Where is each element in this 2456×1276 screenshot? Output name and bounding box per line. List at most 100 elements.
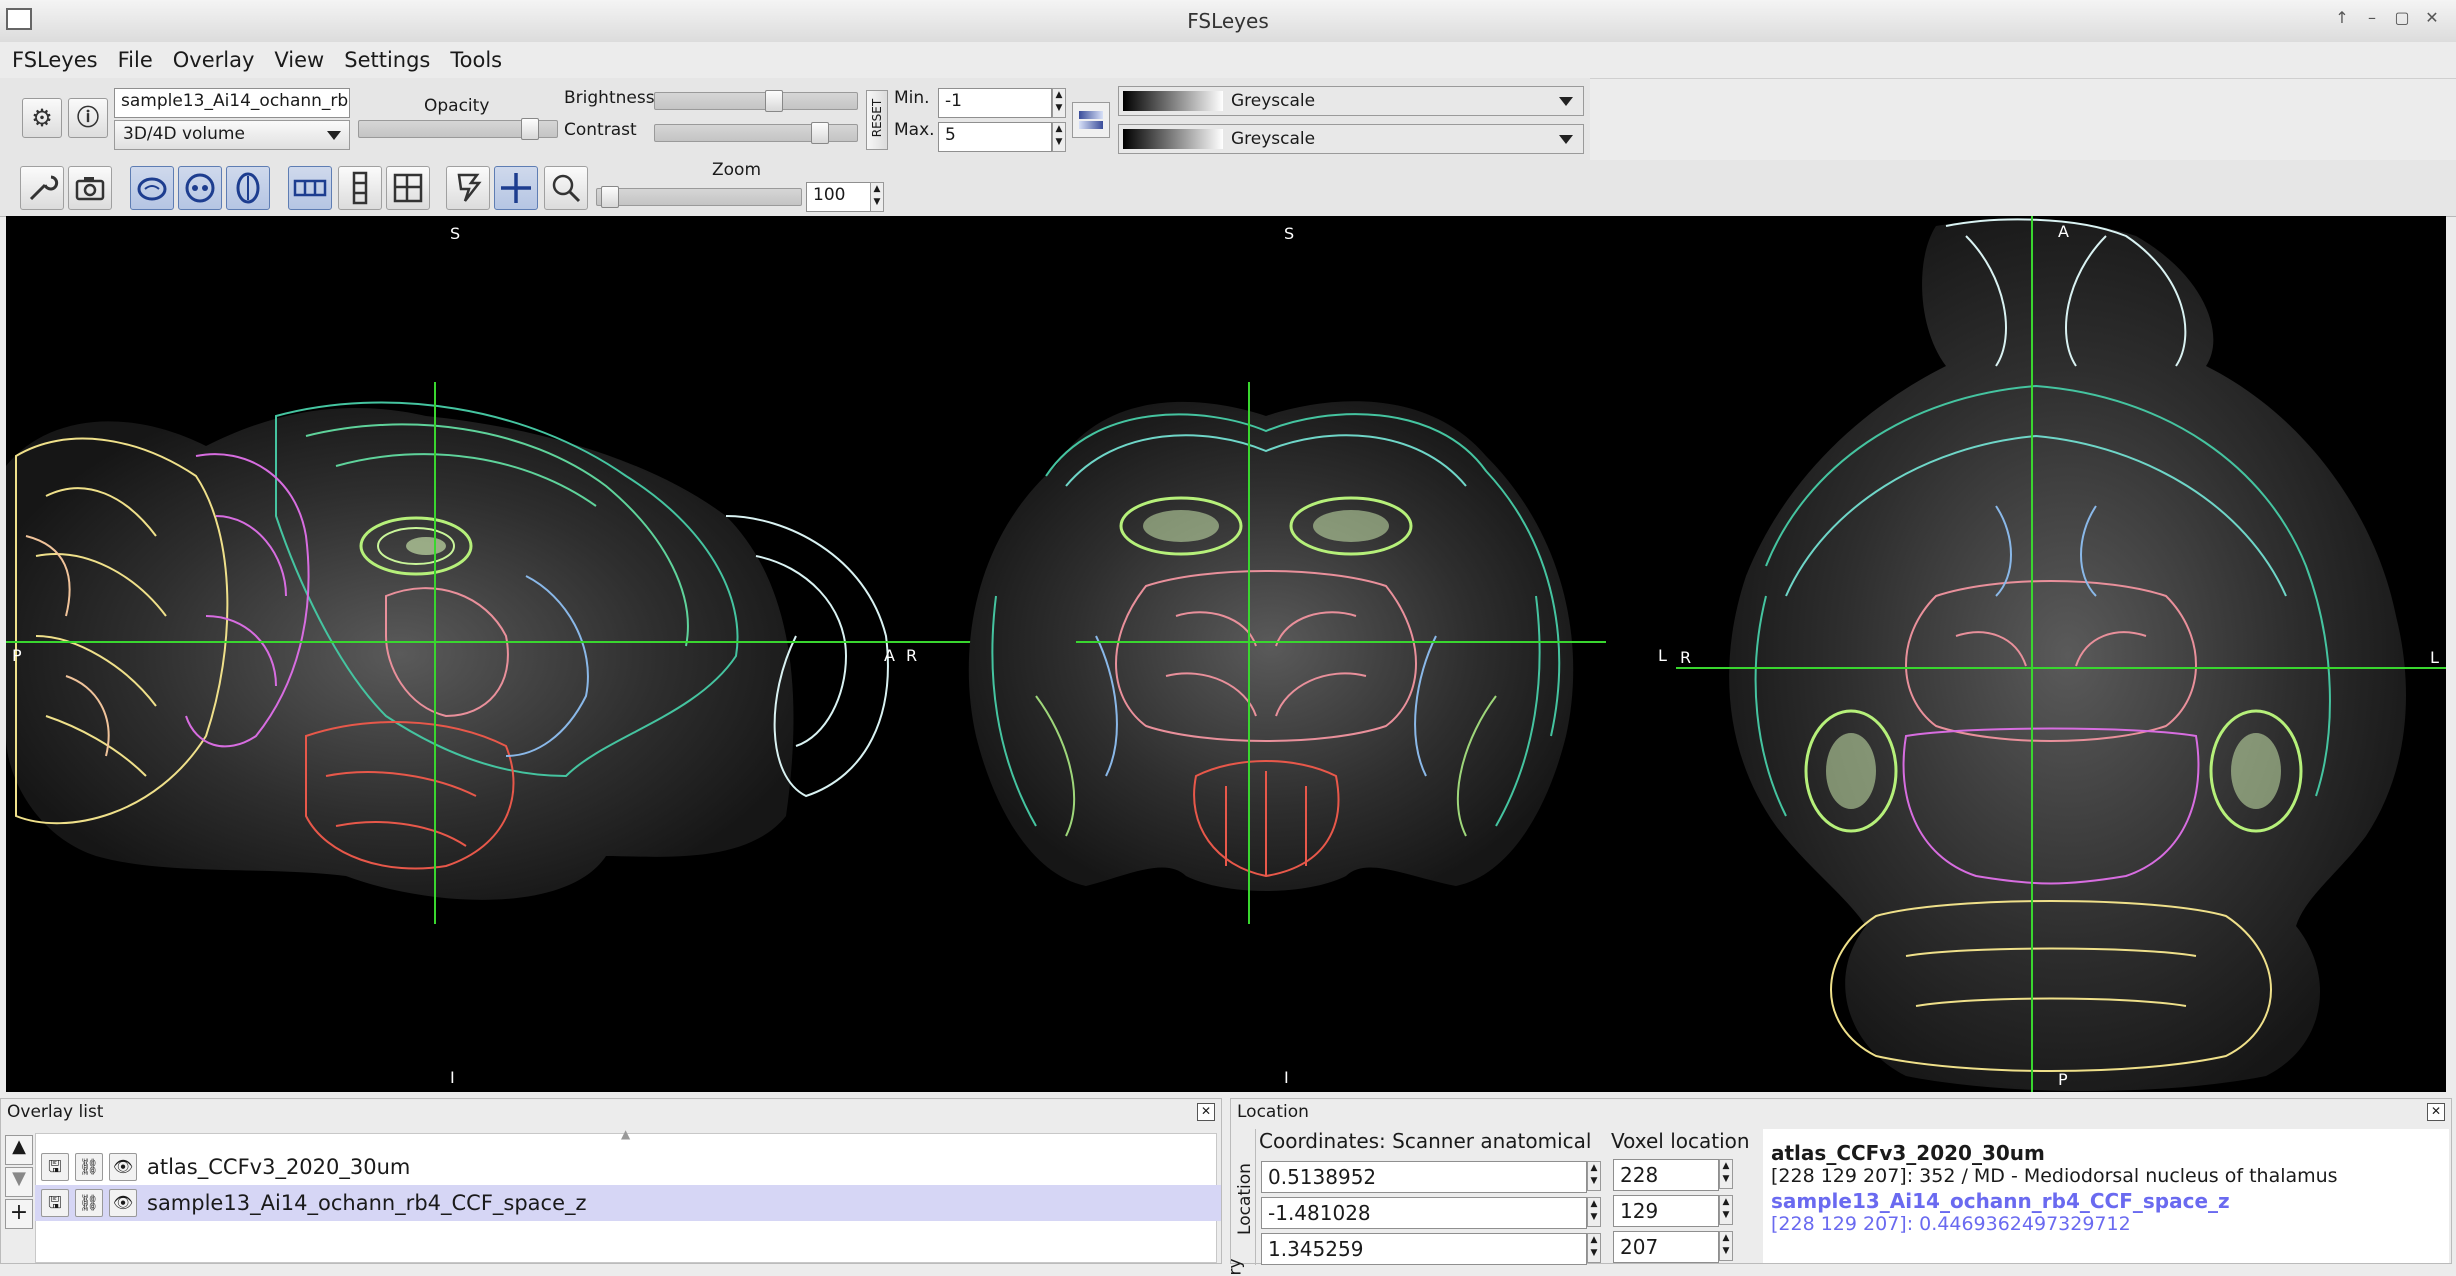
save-icon[interactable]: 🖫: [41, 1153, 69, 1181]
overlay-type-select[interactable]: 3D/4D volume: [114, 120, 350, 150]
title-bar: FSLeyes ↑ – ▢ ✕: [0, 0, 2456, 43]
negative-colormap-select[interactable]: Greyscale: [1118, 124, 1584, 154]
crosshair-icon[interactable]: [494, 166, 538, 210]
reset-button[interactable]: RESET: [866, 90, 888, 150]
close-icon[interactable]: ✕: [1197, 1103, 1215, 1121]
chevron-down-icon: [1559, 97, 1573, 106]
eye-icon[interactable]: 👁: [109, 1153, 137, 1181]
close-icon[interactable]: ✕: [2427, 1103, 2445, 1121]
overlay-row-selected[interactable]: 🖫 ⛓ 👁 sample13_Ai14_ochann_rb4_CCF_space…: [35, 1185, 1221, 1221]
zoom-label: Zoom: [712, 160, 762, 180]
link-icon[interactable]: ⛓: [75, 1153, 103, 1181]
minimize-icon[interactable]: –: [2360, 6, 2384, 30]
move-down-button[interactable]: ▼: [5, 1167, 33, 1197]
menu-settings[interactable]: Settings: [336, 48, 438, 72]
zoom-spinner[interactable]: ▲ ▼: [870, 182, 884, 212]
menu-view[interactable]: View: [266, 48, 332, 72]
opacity-label: Opacity: [424, 96, 490, 116]
overlay-display-toolbar: ⚙ ⓘ sample13_Ai14_ochann_rb4_ 3D/4D volu…: [0, 78, 1590, 161]
brightness-slider-handle[interactable]: [765, 90, 783, 112]
maximize-icon[interactable]: ▢: [2390, 6, 2414, 30]
close-icon[interactable]: ✕: [2420, 6, 2444, 30]
coord-x-spinner[interactable]: ▲ ▼: [1587, 1161, 1601, 1191]
voxel-header: Voxel location: [1611, 1129, 1750, 1153]
menu-file[interactable]: File: [110, 48, 161, 72]
chevron-down-icon: [327, 131, 341, 140]
zoom-slider[interactable]: [596, 186, 802, 208]
chevron-down-icon: [1559, 135, 1573, 144]
scroll-up-indicator[interactable]: ▲: [621, 1127, 630, 1141]
grid-layout-button[interactable]: [386, 166, 430, 210]
coronal-label-bottom: I: [1284, 1068, 1289, 1087]
opacity-slider[interactable]: [358, 118, 558, 140]
coord-x-field[interactable]: 0.5138952: [1261, 1161, 1587, 1193]
coord-z-spinner[interactable]: ▲ ▼: [1587, 1233, 1601, 1263]
voxel-z-field[interactable]: 207: [1613, 1231, 1719, 1263]
coronal-label-right: L: [1658, 646, 1667, 665]
link-icon[interactable]: ⛓: [75, 1189, 103, 1217]
opacity-slider-handle[interactable]: [521, 118, 539, 140]
add-overlay-button[interactable]: +: [5, 1199, 33, 1229]
gear-icon[interactable]: ⚙: [22, 98, 62, 138]
voxel-y-field[interactable]: 129: [1613, 1195, 1719, 1227]
coronal-label-left: R: [906, 646, 918, 665]
save-icon[interactable]: 🖫: [41, 1189, 69, 1217]
overlay-name-field[interactable]: sample13_Ai14_ochann_rb4_: [114, 88, 350, 118]
camera-icon[interactable]: [68, 166, 112, 210]
contrast-slider-handle[interactable]: [811, 122, 829, 144]
menu-tools[interactable]: Tools: [442, 48, 510, 72]
colormap-gradient: [1123, 91, 1223, 111]
max-spinner[interactable]: ▲ ▼: [1052, 122, 1066, 152]
voxel-x-spinner[interactable]: ▲ ▼: [1719, 1159, 1733, 1189]
overlay-name: atlas_CCFv3_2020_30um: [147, 1155, 411, 1179]
location-title: Location: [1237, 1102, 1309, 1122]
zoom-value-field[interactable]: 100: [806, 182, 876, 212]
horizontal-layout-button[interactable]: [288, 166, 332, 210]
coronal-label-top: S: [1284, 224, 1295, 243]
coord-y-field[interactable]: -1.481028: [1261, 1197, 1587, 1229]
axial-label-bottom: P: [2058, 1070, 2068, 1089]
sagittal-view-toggle[interactable]: [130, 166, 174, 210]
info-atlas-value: [228 129 207]: 352 / MD - Mediodorsal nu…: [1771, 1165, 2338, 1187]
wrench-icon[interactable]: [20, 166, 64, 210]
max-label: Max.: [894, 120, 935, 140]
min-value-field[interactable]: -1: [938, 88, 1052, 118]
eye-icon[interactable]: 👁: [109, 1189, 137, 1217]
contrast-slider[interactable]: [654, 122, 858, 144]
overlay-row[interactable]: 🖫 ⛓ 👁 atlas_CCFv3_2020_30um: [35, 1149, 1221, 1185]
axial-label-left: R: [1680, 648, 1692, 667]
colormap-gradient: [1123, 129, 1223, 149]
voxel-x-field[interactable]: 228: [1613, 1159, 1719, 1191]
menu-bar: FSLeyes File Overlay View Settings Tools: [0, 42, 2456, 79]
voxel-y-spinner[interactable]: ▲ ▼: [1719, 1195, 1733, 1225]
ortho-view-canvas[interactable]: S I P A S I R L A P R L: [6, 216, 2446, 1092]
zoom-slider-handle[interactable]: [601, 186, 619, 208]
vertical-layout-button[interactable]: [338, 166, 382, 210]
min-spinner[interactable]: ▲ ▼: [1052, 88, 1066, 118]
contrast-label: Contrast: [564, 120, 637, 140]
colormap-select[interactable]: Greyscale: [1118, 86, 1584, 116]
coronal-view-toggle[interactable]: [178, 166, 222, 210]
axial-view-toggle[interactable]: [226, 166, 270, 210]
menu-fsleyes[interactable]: FSLeyes: [4, 48, 106, 72]
brightness-slider[interactable]: [654, 90, 858, 112]
coord-y-spinner[interactable]: ▲ ▼: [1587, 1197, 1601, 1227]
location-side-tab[interactable]: Location ry: [1226, 1129, 1256, 1276]
voxel-z-spinner[interactable]: ▲ ▼: [1719, 1231, 1733, 1261]
keep-above-icon[interactable]: ↑: [2330, 6, 2354, 30]
movie-mode-icon[interactable]: [446, 166, 490, 210]
coronal-slice[interactable]: [968, 382, 1606, 924]
invert-colormap-button[interactable]: [1072, 102, 1110, 138]
colormap-icon: [1079, 111, 1103, 119]
overlay-name: sample13_Ai14_ochann_rb4_CCF_space_z: [147, 1191, 587, 1215]
info-icon[interactable]: ⓘ: [68, 98, 108, 138]
menu-overlay[interactable]: Overlay: [165, 48, 263, 72]
axial-slice[interactable]: [1676, 216, 2446, 1092]
move-up-button[interactable]: ▲: [5, 1135, 33, 1165]
info-atlas-title: atlas_CCFv3_2020_30um: [1771, 1141, 2045, 1165]
coord-z-field[interactable]: 1.345259: [1261, 1233, 1587, 1265]
coordinates-header: Coordinates: Scanner anatomical: [1259, 1129, 1592, 1153]
max-value-field[interactable]: 5: [938, 122, 1052, 152]
sagittal-label-right: A: [884, 646, 895, 665]
magnifier-icon[interactable]: [544, 166, 588, 210]
